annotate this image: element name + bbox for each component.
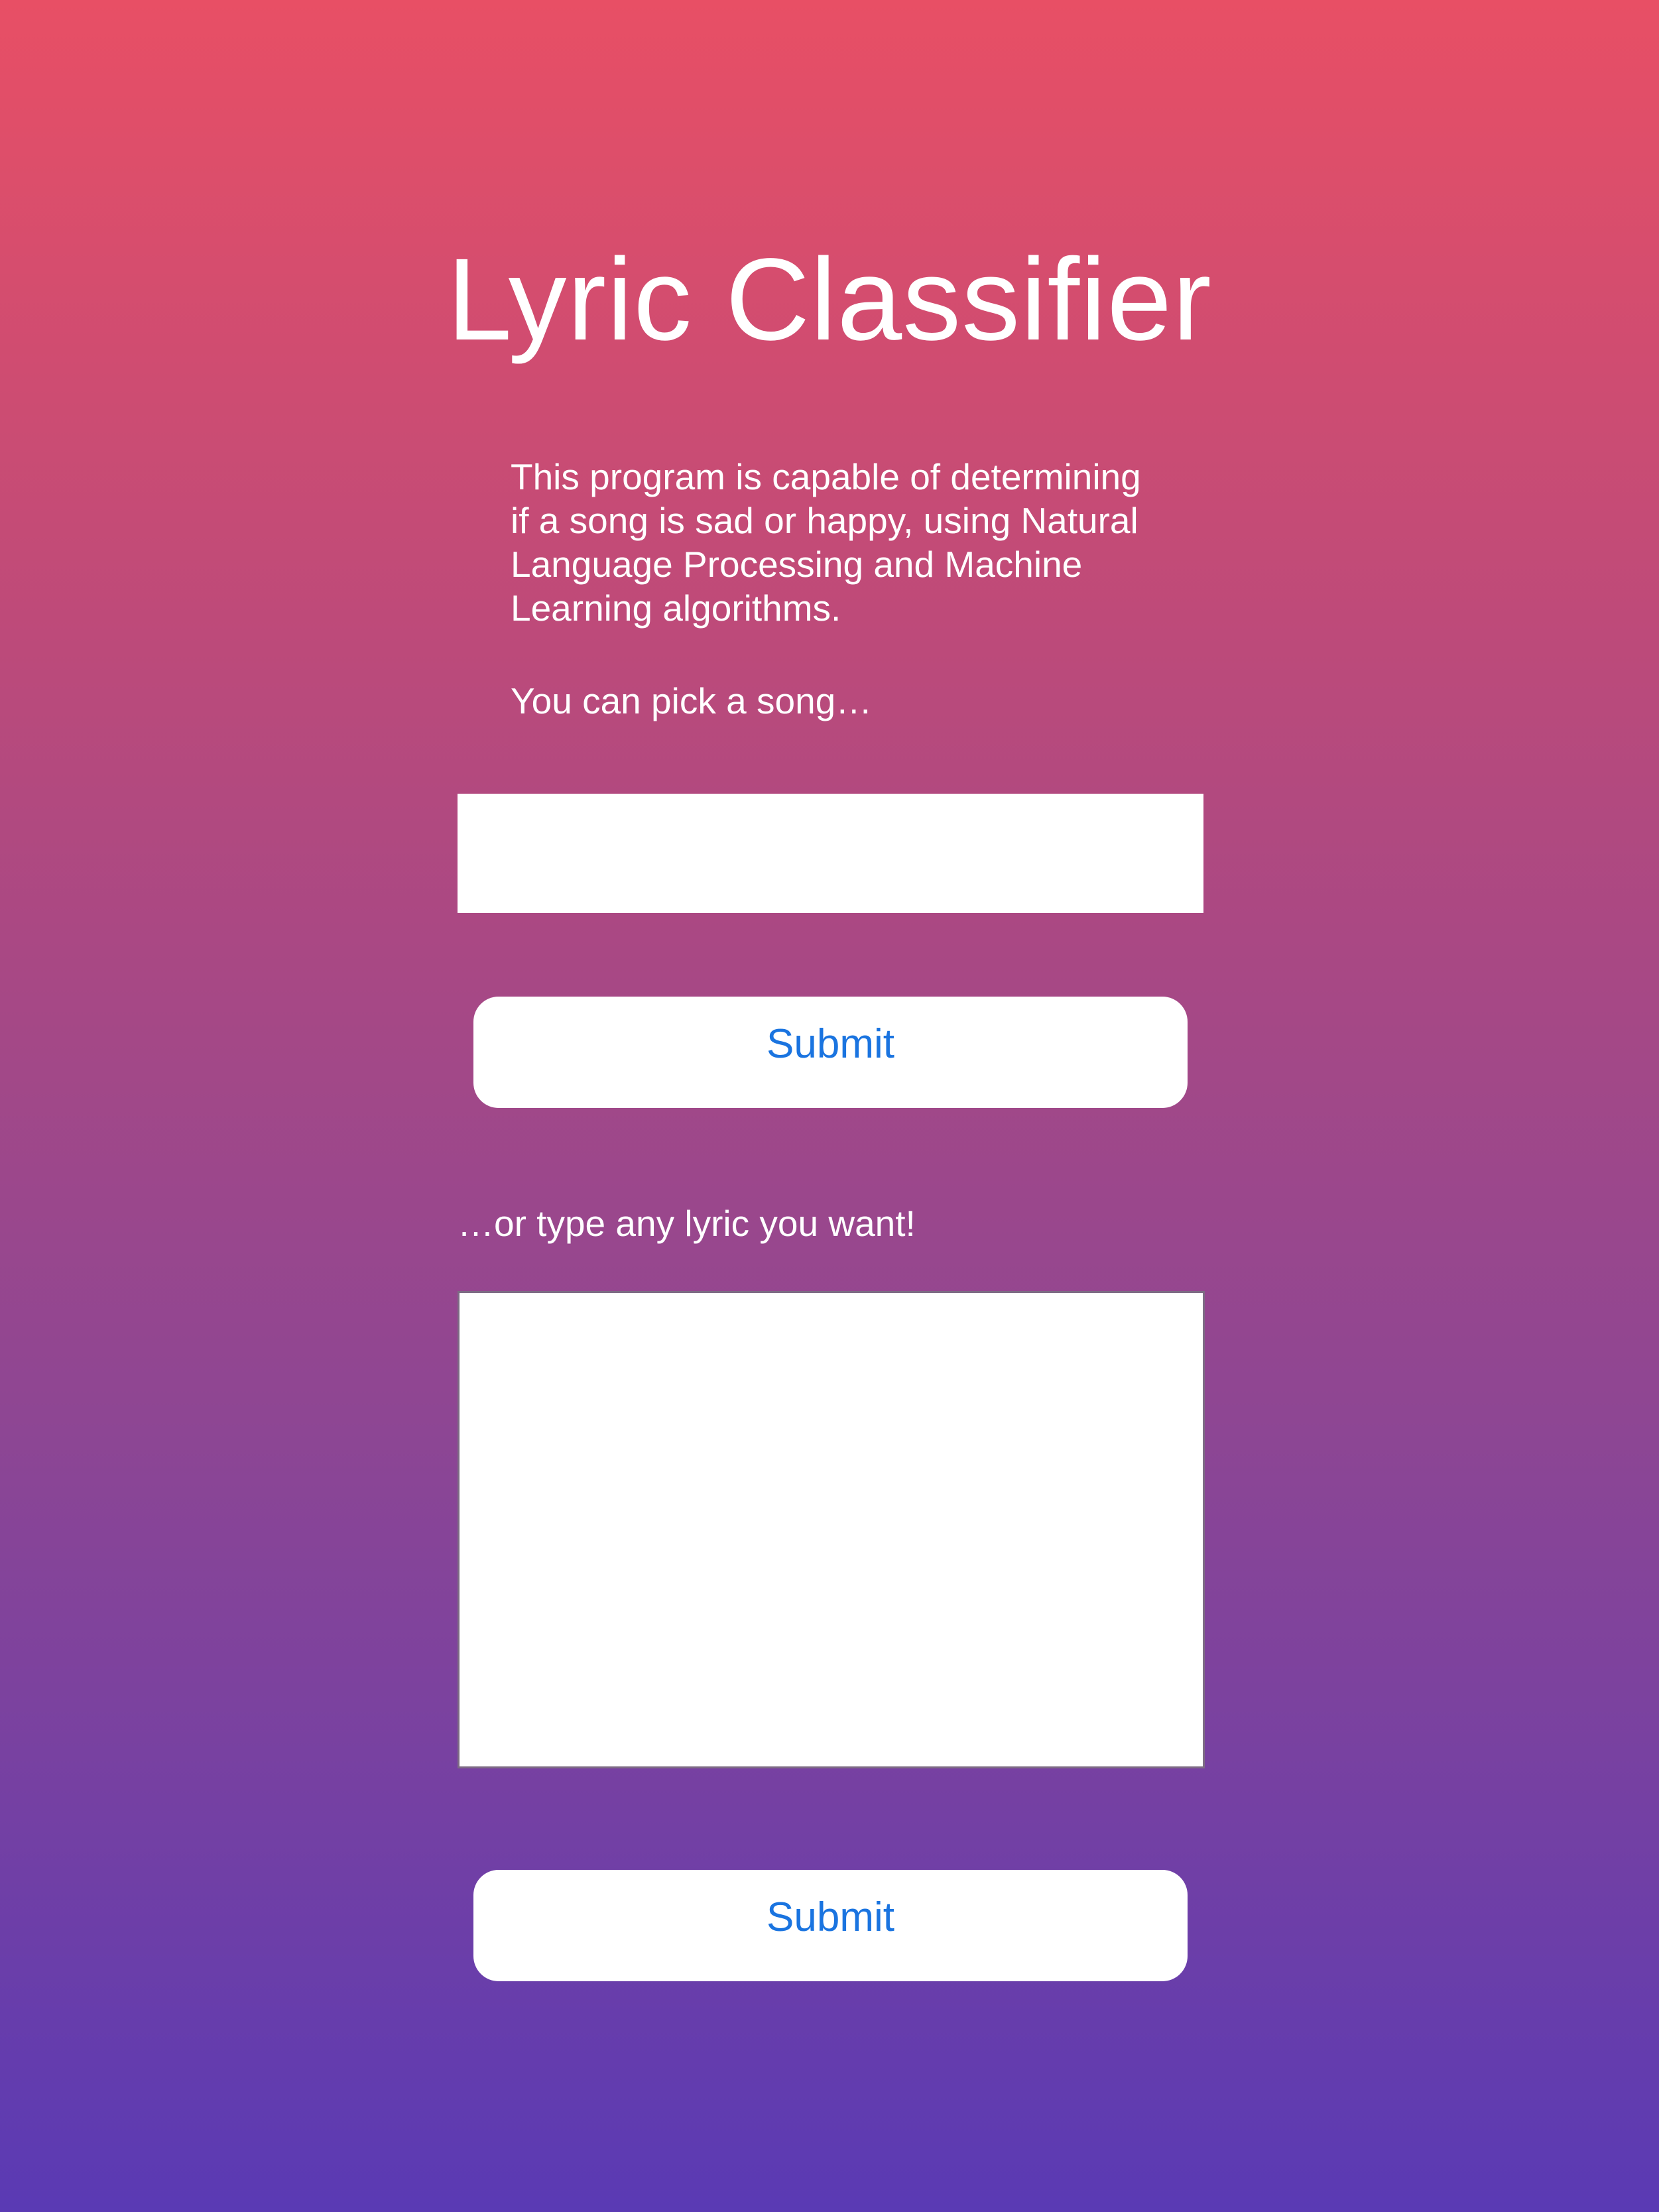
song-select[interactable] xyxy=(458,794,1203,913)
song-submit-button[interactable]: Submit xyxy=(473,997,1188,1108)
intro-description: This program is capable of determining i… xyxy=(511,456,1141,629)
page-title: Lyric Classifier xyxy=(447,235,1212,365)
lyric-submit-button[interactable]: Submit xyxy=(473,1870,1188,1981)
lyric-textarea[interactable] xyxy=(458,1291,1205,1768)
type-lyric-label: …or type any lyric you want! xyxy=(458,1203,916,1244)
pick-song-label: You can pick a song… xyxy=(511,680,873,721)
